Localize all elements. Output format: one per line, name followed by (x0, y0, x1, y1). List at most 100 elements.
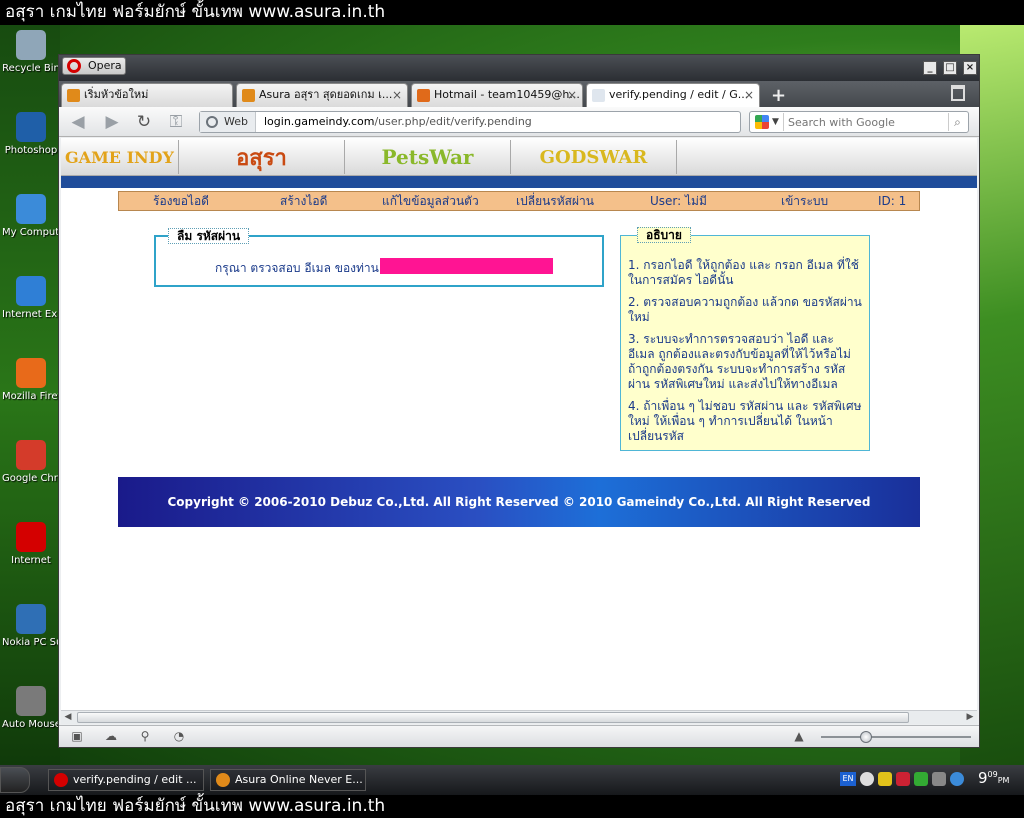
menu-change-password[interactable]: เปลี่ยนรหัสผ่าน (516, 192, 594, 210)
opera-window: Opera _ □ × เริ่มหัวข้อใหม่ Asura อสุรา … (58, 54, 980, 748)
search-icon[interactable]: ⌕ (948, 113, 966, 131)
site-header: GAME INDY อสุรา PetsWar GODSWAR (61, 138, 977, 176)
caption-banner-bottom: อสุรา เกมไทย ฟอร์มยักษ์ ขั้นเทพ www.asur… (0, 795, 1024, 818)
tab-favicon-icon (242, 89, 255, 102)
globe-icon (206, 116, 218, 128)
back-arrow-icon[interactable]: ◀ (67, 111, 89, 133)
desktop-icon-label: Nokia PC Suite (2, 637, 60, 648)
zoom-slider-knob[interactable] (860, 731, 872, 743)
taskbar-item-asura[interactable]: Asura Online Never E... (210, 769, 366, 791)
desktop-icon[interactable]: Photoshop (2, 112, 60, 156)
desktop-icon[interactable]: Google Chrome (2, 440, 60, 484)
tab-strip: เริ่มหัวข้อใหม่ Asura อสุรา สุดยอดเกม เ.… (59, 81, 979, 107)
address-bar[interactable]: Web login.gameindy.com/user.php/edit/ver… (199, 111, 741, 133)
clock-hour: 9 (978, 769, 988, 787)
key-icon[interactable]: ⚿ (165, 111, 187, 133)
taskbar: verify.pending / edit ... Asura Online N… (0, 765, 1024, 795)
desktop-icon-label: Google Chrome (2, 473, 60, 484)
trash-icon[interactable] (951, 85, 965, 101)
horizontal-scrollbar[interactable]: ◀ ▶ (61, 710, 977, 724)
clock-minute: 09 (987, 770, 998, 779)
recycle-bin-icon (16, 30, 46, 60)
title-bar: Opera _ □ × (59, 55, 979, 81)
taskbar-item-opera[interactable]: verify.pending / edit ... (48, 769, 204, 791)
status-bar: ▣ ☁ ⚲ ◔ ▲ (59, 725, 979, 747)
volume-icon[interactable] (860, 772, 874, 786)
desktop-icon-label: Internet (11, 555, 51, 566)
address-url: login.gameindy.com/user.php/edit/verify.… (264, 112, 532, 132)
help-item: 3. ระบบจะทำการตรวจสอบว่า ไอดี และ อีเมล … (628, 332, 851, 391)
reload-icon[interactable]: ↻ (133, 111, 155, 133)
logo-petswar[interactable]: PetsWar (345, 140, 511, 174)
forgot-password-title: ลืม รหัสผ่าน (168, 228, 250, 244)
opera-icon (16, 522, 46, 552)
tab-close-icon[interactable]: × (567, 84, 577, 106)
scroll-left-icon[interactable]: ◀ (61, 711, 75, 724)
search-box: ▼ ⌕ (749, 111, 969, 133)
help-list: 1. กรอกไอดี ให้ถูกต้อง และ กรอก อีเมล ที… (628, 258, 864, 451)
start-button[interactable] (0, 767, 30, 793)
zoom-menu-icon[interactable]: ▲ (791, 729, 807, 744)
desktop-icon[interactable]: Internet Explorer (2, 276, 60, 320)
ie-icon (16, 276, 46, 306)
ie-tray-icon[interactable] (950, 772, 964, 786)
forward-arrow-icon[interactable]: ▶ (101, 111, 123, 133)
help-item: 2. ตรวจสอบความถูกต้อง แล้วกด ขอรหัสผ่านใ… (628, 295, 862, 324)
tab-close-icon[interactable]: × (744, 84, 754, 106)
desktop-icon[interactable]: Mozilla Firefox (2, 358, 60, 402)
address-scheme: Web (200, 112, 256, 132)
maximize-button[interactable]: □ (943, 61, 957, 75)
desktop-icon[interactable]: Internet (2, 522, 60, 566)
tab-2[interactable]: Hotmail - team10459@h... × (411, 83, 583, 107)
desktop-icon[interactable]: My Computer (2, 194, 60, 238)
logo-gameindy[interactable]: GAME INDY (61, 140, 179, 174)
menu-edit-profile[interactable]: แก้ไขข้อมูลส่วนตัว (382, 192, 479, 210)
network-icon[interactable] (896, 772, 910, 786)
language-indicator[interactable]: EN (840, 772, 856, 786)
tab-favicon-icon (67, 89, 80, 102)
clock-ampm: PM (997, 776, 1010, 785)
scroll-right-icon[interactable]: ▶ (963, 711, 977, 724)
scrollbar-thumb[interactable] (77, 712, 909, 723)
search-engine-selector[interactable]: ▼ (752, 113, 784, 131)
google-icon (755, 115, 769, 129)
search-input[interactable] (788, 113, 938, 131)
tab-0[interactable]: เริ่มหัวข้อใหม่ (61, 83, 233, 107)
check-email-label: กรุณา ตรวจสอบ อีเมล ของท่าน (215, 261, 379, 275)
close-button[interactable]: × (963, 61, 977, 75)
photoshop-icon (16, 112, 46, 142)
opera-link-icon[interactable]: ⚲ (137, 729, 153, 744)
zoom-slider[interactable] (821, 731, 971, 743)
turbo-icon[interactable]: ◔ (171, 729, 187, 744)
opera-icon (67, 59, 81, 73)
menu-create-id[interactable]: สร้างไอดี (280, 192, 327, 210)
usb-icon[interactable] (932, 772, 946, 786)
logo-text: GODSWAR (539, 146, 648, 168)
task-title: verify.pending / edit ... (73, 773, 197, 786)
help-title: อธิบาย (637, 227, 691, 243)
clock: 909PM (978, 769, 1009, 787)
desktop-icon[interactable]: Recycle Bin (2, 30, 60, 74)
tab-1[interactable]: Asura อสุรา สุดยอดเกม เ... × (236, 83, 408, 107)
messenger-icon[interactable] (914, 772, 928, 786)
panel-toggle-icon[interactable]: ▣ (69, 729, 85, 744)
tab-3-active[interactable]: verify.pending / edit / G... × (586, 83, 760, 107)
chrome-icon (16, 440, 46, 470)
tab-close-icon[interactable]: × (392, 84, 402, 106)
page-viewport: GAME INDY อสุรา PetsWar GODSWAR ร้องขอไอ… (61, 138, 977, 710)
logo-asura[interactable]: อสุรา (179, 140, 345, 174)
desktop-icon[interactable]: Nokia PC Suite (2, 604, 60, 648)
opera-unite-icon[interactable]: ☁ (103, 729, 119, 744)
shield-icon[interactable] (878, 772, 892, 786)
menu-login[interactable]: เข้าระบบ (781, 192, 828, 210)
minimize-button[interactable]: _ (923, 61, 937, 75)
opera-menu-button[interactable]: Opera (62, 57, 126, 75)
computer-icon (16, 194, 46, 224)
logo-godswar[interactable]: GODSWAR (511, 140, 677, 174)
new-tab-button[interactable]: + (771, 85, 786, 106)
menu-request-id[interactable]: ร้องขอไอดี (153, 192, 209, 210)
desktop-icon[interactable]: Auto Mouse (2, 686, 60, 730)
desktop-icon-label: Mozilla Firefox (2, 391, 60, 402)
nokia-icon (16, 604, 46, 634)
tab-title: Hotmail - team10459@h... (434, 88, 580, 101)
